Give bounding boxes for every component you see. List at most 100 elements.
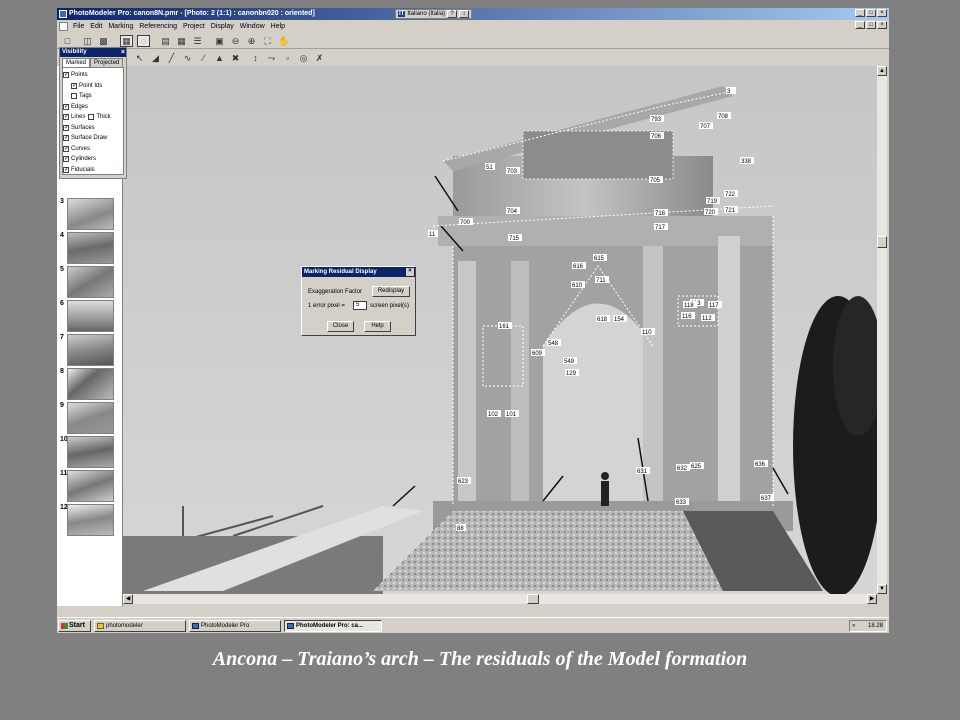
table-icon[interactable]: ▤ (159, 35, 172, 47)
vertical-scrollbar[interactable]: ▲ ▼ (877, 66, 887, 594)
thumbnail[interactable]: 9 (59, 402, 121, 435)
thumbnail[interactable]: 8 (59, 368, 121, 401)
thumbnail[interactable]: 5 (59, 266, 121, 299)
list-icon[interactable]: ☰ (191, 35, 204, 47)
option-points[interactable]: Points (63, 70, 123, 81)
visibility-close-icon[interactable]: × (121, 48, 125, 57)
cylinders-checkbox[interactable] (63, 156, 69, 163)
clock[interactable]: 18.28 (868, 621, 883, 631)
option-point-ids[interactable]: Point Ids (63, 81, 123, 92)
thumbnail-image (67, 368, 114, 400)
doc-restore-button[interactable]: □ (866, 21, 876, 29)
redisplay-button[interactable]: Redisplay (372, 286, 410, 297)
menu-project[interactable]: Project (180, 23, 208, 30)
language-indicator[interactable]: IT Italiano (Italia) ? ↕ (395, 9, 473, 19)
scroll-left-arrow-icon[interactable]: ◀ (123, 594, 133, 604)
doc-minimize-button[interactable]: _ (855, 21, 865, 29)
option-edges[interactable]: Edges (63, 102, 123, 113)
point-label: 102 (487, 410, 501, 418)
thumbnail[interactable]: 3 (59, 198, 121, 231)
taskbar-item-photomodeler-active[interactable]: PhotoModeler Pro: ca... (284, 620, 382, 632)
thick-checkbox[interactable] (88, 114, 95, 121)
help-icon[interactable]: ? (447, 10, 458, 18)
menu-display[interactable]: Display (208, 23, 237, 30)
scroll-down-arrow-icon[interactable]: ▼ (877, 584, 887, 594)
edges-checkbox[interactable] (63, 103, 69, 110)
grid-icon[interactable]: ▦ (175, 35, 188, 47)
fit-view-icon[interactable]: ▣ (213, 35, 226, 47)
measure-tool-icon[interactable]: ↕ (249, 52, 262, 64)
option-cylinders[interactable]: Cylinders (63, 154, 123, 165)
taskbar-item-photomodeler[interactable]: PhotoModeler Pro (189, 620, 281, 632)
horizontal-scrollbar[interactable]: ◀ ▶ (123, 594, 877, 604)
language-menu-icon[interactable]: ↕ (459, 10, 470, 18)
zoom-in-icon[interactable]: ⊕ (245, 35, 258, 47)
doc-close-button[interactable]: × (877, 21, 887, 29)
menu-referencing[interactable]: Referencing (136, 23, 180, 30)
surface-draw-checkbox[interactable] (63, 135, 69, 142)
cylinder-tool-icon[interactable]: ▲ (213, 52, 226, 64)
save-icon[interactable]: ▩ (97, 35, 110, 47)
curves-checkbox[interactable] (63, 145, 69, 152)
photo-view-icon[interactable]: ▦ (120, 35, 133, 47)
start-button[interactable]: Start (58, 620, 91, 632)
vertical-scroll-thumb[interactable] (877, 236, 887, 248)
restore-button[interactable]: □ (866, 9, 876, 17)
tab-projected[interactable]: Projected (90, 58, 124, 67)
thumbnail[interactable]: 12 (59, 504, 121, 537)
close-button[interactable]: × (877, 9, 887, 17)
menu-file[interactable]: File (70, 23, 87, 30)
marker-tool-icon[interactable]: ⤳ (265, 52, 278, 64)
pan-hand-icon[interactable]: ✋ (277, 35, 290, 47)
surfaces-checkbox[interactable] (63, 124, 69, 131)
minimize-button[interactable]: _ (855, 9, 865, 17)
option-fiducials[interactable]: Fiducials (63, 165, 123, 176)
photo-view[interactable]: 3 793 708 707 706 705 338 722 721 719 72… (123, 66, 877, 594)
fiducials-checkbox[interactable] (63, 166, 69, 173)
zoom-out-icon[interactable]: ⊖ (229, 35, 242, 47)
error-pixel-input[interactable]: 5 (353, 301, 367, 310)
points-checkbox[interactable] (63, 72, 69, 79)
taskbar-item-photomodeler-folder[interactable]: photomodeler (94, 620, 186, 632)
option-lines[interactable]: Lines Thick (63, 112, 123, 123)
option-curves[interactable]: Curves (63, 144, 123, 155)
delete-tool-icon[interactable]: ✗ (313, 52, 326, 64)
reference-tool-icon[interactable]: ✖ (229, 52, 242, 64)
surface-tool-icon[interactable]: ◢ (149, 52, 162, 64)
tags-checkbox[interactable] (71, 93, 77, 100)
tray-expand-icon[interactable]: « (852, 621, 855, 631)
tag-tool-icon[interactable]: ▫ (281, 52, 294, 64)
line-tool-icon[interactable]: ∕ (197, 52, 210, 64)
curve-tool-icon[interactable]: ∿ (181, 52, 194, 64)
document-icon[interactable] (59, 21, 68, 31)
horizontal-scroll-thumb[interactable] (527, 594, 539, 604)
thumbnail[interactable]: 7 (59, 334, 121, 367)
menu-edit[interactable]: Edit (87, 23, 105, 30)
thumbnail[interactable]: 4 (59, 232, 121, 265)
marking-mode-icon[interactable]: ◌ (137, 35, 150, 47)
close-button[interactable]: Close (327, 321, 354, 332)
new-icon[interactable]: □ (61, 35, 74, 47)
menu-window[interactable]: Window (237, 23, 268, 30)
zoom-window-icon[interactable]: ⛶ (261, 35, 274, 47)
help-button[interactable]: Help (364, 321, 391, 332)
edge-tool-icon[interactable]: ╱ (165, 52, 178, 64)
option-tags[interactable]: Tags (63, 91, 123, 102)
option-surfaces[interactable]: Surfaces (63, 123, 123, 134)
option-surface-draw[interactable]: Surface Draw (63, 133, 123, 144)
thumbnail[interactable]: 11 (59, 470, 121, 503)
lines-checkbox[interactable] (63, 114, 69, 121)
tab-marked[interactable]: Marked (62, 58, 91, 67)
menu-marking[interactable]: Marking (105, 23, 136, 30)
scroll-right-arrow-icon[interactable]: ▶ (867, 594, 877, 604)
scroll-up-arrow-icon[interactable]: ▲ (877, 66, 887, 76)
point-ids-checkbox[interactable] (71, 82, 77, 89)
open-icon[interactable]: ◫ (81, 35, 94, 47)
menu-help[interactable]: Help (268, 23, 288, 30)
target-tool-icon[interactable]: ◎ (297, 52, 310, 64)
dialog-close-icon[interactable]: × (406, 268, 414, 276)
thumbnail-image (67, 198, 114, 230)
point-tool-icon[interactable]: ↖ (133, 52, 146, 64)
thumbnail[interactable]: 10 (59, 436, 121, 469)
thumbnail[interactable]: 6 (59, 300, 121, 333)
